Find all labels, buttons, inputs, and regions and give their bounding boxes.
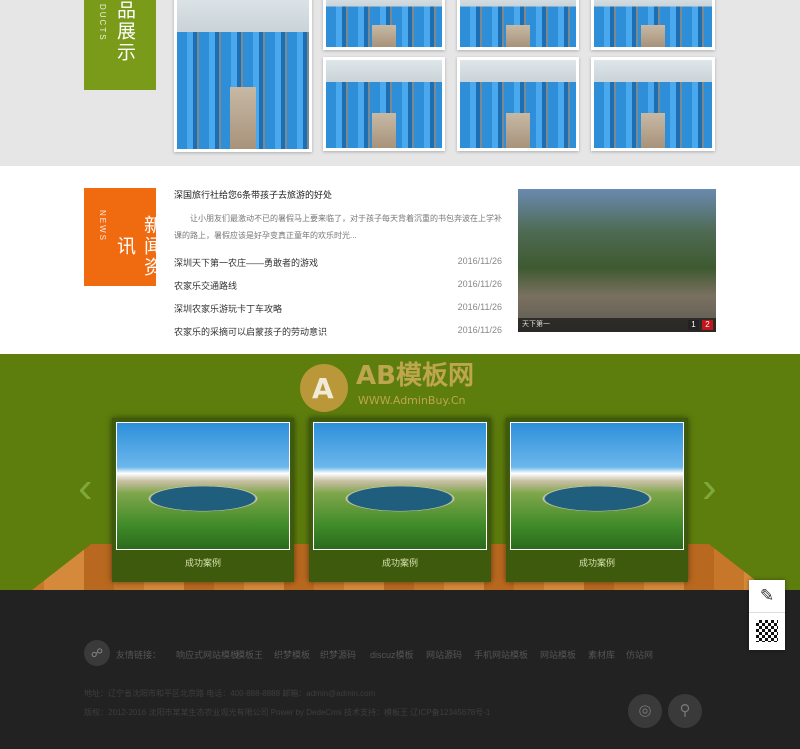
footer-address: 地址：辽宁省沈阳市和平区北京路 电话：400-888-8888 邮箱：admin… xyxy=(84,689,376,698)
case-caption[interactable]: 成功案例 xyxy=(506,556,688,569)
news-item[interactable]: 农家乐的采摘可以启蒙孩子的劳动意识 2016/11/26 xyxy=(174,325,502,338)
friend-link[interactable]: 响应式网站模板 xyxy=(176,648,239,661)
friend-link[interactable]: 模板王 xyxy=(236,648,263,661)
friend-link[interactable]: 织梦模板 xyxy=(274,648,310,661)
friend-link[interactable]: 网站源码 xyxy=(426,648,462,661)
watermark-logo: A AB模板网 WWW.AdminBuy.Cn xyxy=(300,361,474,412)
side-float-widget: ✎ xyxy=(749,580,785,650)
slideshow-caption: 天下第一 xyxy=(522,321,550,328)
watermark-brand: AB模板网 xyxy=(356,361,474,391)
case-card[interactable]: 成功案例 xyxy=(506,418,688,582)
news-item-date: 2016/11/26 xyxy=(457,302,502,312)
news-lead-title[interactable]: 深国旅行社给您6条带孩子去旅游的好处 xyxy=(174,188,332,201)
weibo-icon[interactable]: ◎ xyxy=(628,694,662,728)
case-card[interactable]: 成功案例 xyxy=(112,418,294,582)
qr-code-icon[interactable] xyxy=(756,620,778,642)
friend-link[interactable]: 素材库 xyxy=(588,648,615,661)
news-item[interactable]: 深圳天下第一农庄——勇敢者的游戏 2016/11/26 xyxy=(174,256,502,269)
footer-copyright: 版权：2012-2016 沈阳市某某生态农业观光有限公司 Power by De… xyxy=(84,708,491,717)
friend-link[interactable]: 网站模板 xyxy=(540,648,576,661)
friend-link[interactable]: 织梦源码 xyxy=(320,648,356,661)
product-image-large[interactable] xyxy=(174,0,312,152)
news-heading: 新闻资讯 xyxy=(114,214,163,278)
news-item-title[interactable]: 农家乐交通路线 xyxy=(174,281,237,291)
news-item-title[interactable]: 深圳农家乐游玩卡丁车攻略 xyxy=(174,304,282,314)
case-image[interactable] xyxy=(116,422,290,550)
footer: ☍ 友情链接： 响应式网站模板 模板王 织梦模板 织梦源码 discuz模板 网… xyxy=(0,590,800,749)
product-image[interactable] xyxy=(591,0,715,50)
case-card[interactable]: 成功案例 xyxy=(309,418,491,582)
products-heading-ribbon: DUCTS 品展示 xyxy=(84,0,156,96)
svg-text:A: A xyxy=(312,372,334,405)
product-image[interactable] xyxy=(591,57,715,151)
link-icon: ☍ xyxy=(84,640,110,666)
news-lead-summary: 让小朋友们最激动不已的暑假马上要来临了，对于孩子每天背着沉重的书包奔波在上学补课… xyxy=(174,214,502,240)
slideshow-pager-1[interactable]: 1 xyxy=(688,320,699,330)
product-image[interactable] xyxy=(457,57,579,151)
chevron-right-icon[interactable]: › xyxy=(702,466,717,510)
friend-link[interactable]: discuz模板 xyxy=(370,648,414,661)
news-item-title[interactable]: 深圳天下第一农庄——勇敢者的游戏 xyxy=(174,258,318,268)
news-item-date: 2016/11/26 xyxy=(457,279,502,289)
friend-links-label: 友情链接： xyxy=(116,650,162,660)
case-caption[interactable]: 成功案例 xyxy=(309,556,491,569)
news-slideshow-image[interactable]: 天下第一 1 2 xyxy=(518,189,716,332)
case-caption[interactable]: 成功案例 xyxy=(112,556,294,569)
news-item-title[interactable]: 农家乐的采摘可以启蒙孩子的劳动意识 xyxy=(174,327,327,337)
news-item-date: 2016/11/26 xyxy=(457,256,502,266)
edit-icon[interactable]: ✎ xyxy=(749,580,785,613)
news-item[interactable]: 农家乐交通路线 2016/11/26 xyxy=(174,279,502,292)
case-image[interactable] xyxy=(313,422,487,550)
friend-link[interactable]: 仿站网 xyxy=(626,648,653,661)
product-image[interactable] xyxy=(323,0,445,50)
news-item-date: 2016/11/26 xyxy=(457,325,502,335)
product-image[interactable] xyxy=(457,0,579,50)
news-item[interactable]: 深圳农家乐游玩卡丁车攻略 2016/11/26 xyxy=(174,302,502,315)
news-heading-ribbon: NEWS 新闻资讯 xyxy=(84,188,163,292)
products-section: DUCTS 品展示 xyxy=(0,0,800,166)
cases-section: A AB模板网 WWW.AdminBuy.Cn ‹ › 成功案例 成功案例 成功… xyxy=(0,354,800,590)
chevron-left-icon[interactable]: ‹ xyxy=(78,466,93,510)
products-heading-en: DUCTS xyxy=(98,4,107,42)
friend-link[interactable]: 手机网站模板 xyxy=(474,648,528,661)
product-image[interactable] xyxy=(323,57,445,151)
watermark-url: WWW.AdminBuy.Cn xyxy=(358,394,466,407)
slideshow-pager-2[interactable]: 2 xyxy=(702,320,713,330)
news-section: NEWS 新闻资讯 深国旅行社给您6条带孩子去旅游的好处 让小朋友们最激动不已的… xyxy=(0,166,800,354)
products-heading: 品展示 xyxy=(114,0,136,63)
case-image[interactable] xyxy=(510,422,684,550)
tencent-weibo-icon[interactable]: ⚲ xyxy=(668,694,702,728)
news-heading-en: NEWS xyxy=(98,210,107,242)
